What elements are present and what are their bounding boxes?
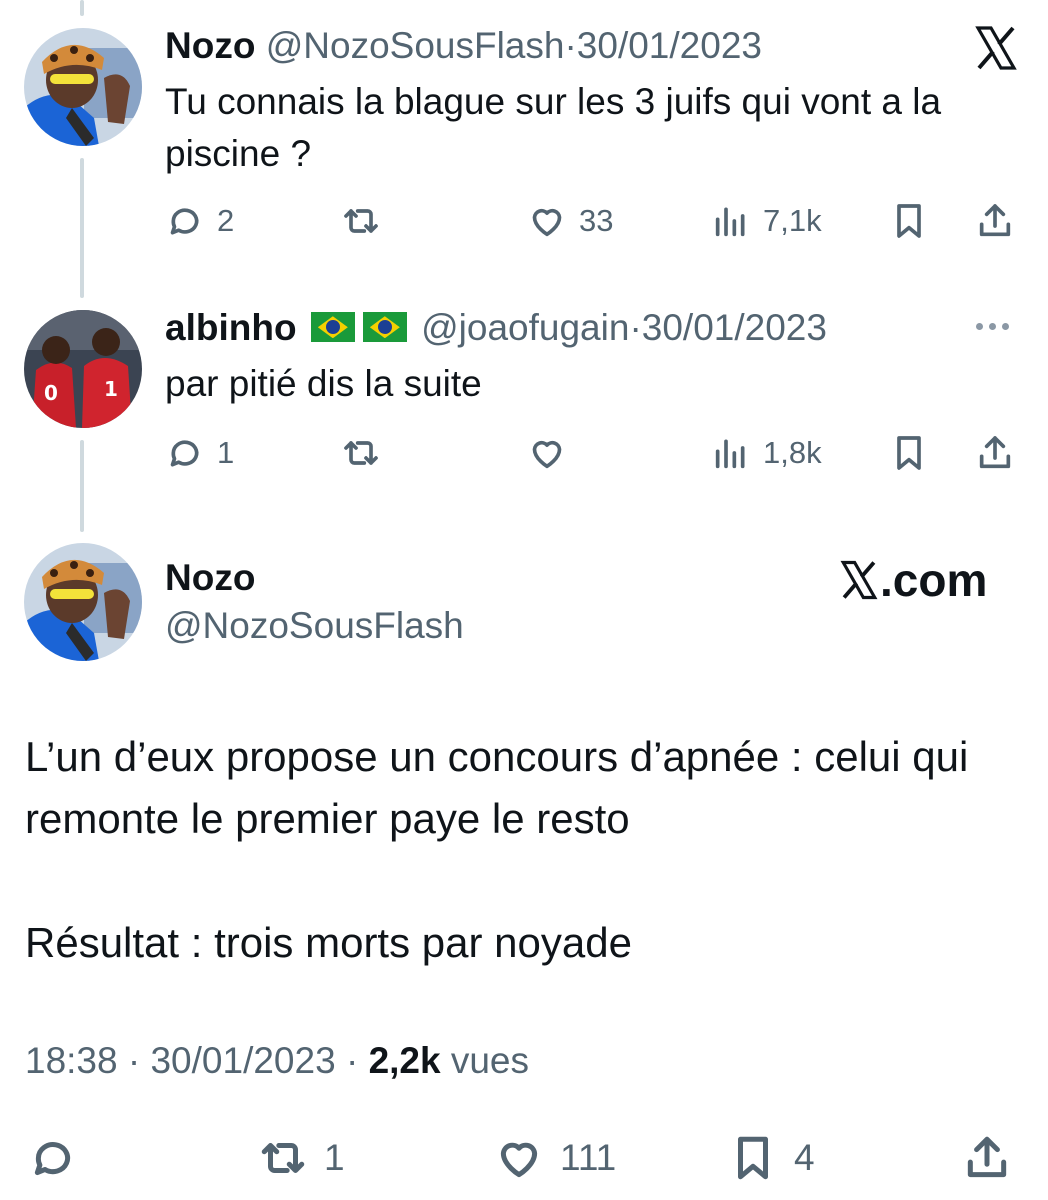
separator: · — [345, 1040, 359, 1081]
heart-icon — [532, 208, 562, 237]
more-icon — [976, 322, 1009, 330]
retweet-icon — [344, 441, 378, 465]
views-icon — [715, 207, 745, 237]
reply-button[interactable]: 2 — [165, 196, 234, 246]
brazil-flag-icon — [362, 312, 407, 343]
tweet-text: Tu connais la blague sur les 3 juifs qui… — [165, 81, 942, 174]
share-button[interactable] — [975, 196, 1015, 246]
like-count: 33 — [579, 203, 614, 238]
bookmark-icon — [897, 204, 921, 238]
like-button[interactable] — [527, 428, 579, 478]
retweet-button[interactable] — [341, 196, 393, 246]
x-logo-icon — [840, 560, 878, 600]
reply-icon — [170, 208, 199, 235]
bookmark-button[interactable] — [889, 196, 929, 246]
retweet-button[interactable] — [341, 428, 393, 478]
tweet-text: par pitié dis la suite — [165, 363, 482, 404]
like-button[interactable]: 111 — [494, 1130, 616, 1186]
retweet-icon — [261, 1143, 305, 1173]
views-count: 1,8k — [763, 435, 822, 470]
avatar[interactable] — [24, 28, 142, 146]
avatar[interactable] — [24, 543, 142, 661]
thread-line — [80, 158, 84, 298]
main-author-handle[interactable]: @NozoSousFlash — [165, 604, 464, 648]
views-icon — [715, 439, 745, 469]
bookmark-icon — [738, 1136, 768, 1180]
heart-icon — [500, 1142, 538, 1178]
tweet-time[interactable]: 18:38 — [25, 1040, 118, 1081]
author-handle[interactable]: @NozoSousFlash — [266, 25, 565, 66]
author-handle[interactable]: @joaofugain — [421, 307, 629, 348]
x-com-watermark: .com — [838, 552, 987, 608]
retweet-icon — [344, 209, 378, 233]
views-button[interactable]: 7,1k — [711, 196, 822, 246]
tweet-date[interactable]: 30/01/2023 — [642, 307, 827, 348]
tweet-actions: 2 33 7,1k — [165, 196, 1024, 246]
tweet-date[interactable]: 30/01/2023 — [577, 25, 762, 66]
share-button[interactable] — [962, 1130, 1012, 1186]
retweet-count: 1 — [324, 1137, 345, 1178]
svg-text:0: 0 — [44, 381, 58, 405]
thread-line — [80, 0, 84, 16]
svg-text:1: 1 — [104, 377, 118, 401]
heart-icon — [532, 440, 562, 469]
views-label: vues — [450, 1040, 530, 1081]
share-icon — [979, 436, 1011, 469]
bookmark-button[interactable] — [889, 428, 929, 478]
watermark-text: .com — [880, 554, 988, 606]
reply-button[interactable]: 1 — [165, 428, 234, 478]
reply-icon — [170, 440, 199, 467]
views-button[interactable]: 1,8k — [711, 428, 822, 478]
share-icon — [979, 204, 1011, 237]
separator: · — [629, 307, 642, 348]
author-name[interactable]: albinho — [165, 307, 297, 348]
share-button[interactable] — [975, 428, 1015, 478]
views-count: 7,1k — [763, 203, 822, 238]
share-icon — [967, 1136, 1007, 1178]
main-tweet-actions: 1 111 4 — [0, 1130, 1048, 1186]
separator: · — [564, 25, 577, 66]
main-tweet-text: Résultat : trois morts par noyade — [25, 919, 632, 966]
views-count: 2,2k — [368, 1040, 441, 1081]
tweet-header: albinho @joaofugain·30/01/2023 — [165, 306, 827, 350]
separator: · — [127, 1040, 141, 1081]
tweet-meta: 18:38 · 30/01/2023 · 2,2k vues — [25, 1040, 529, 1082]
reply-count: 1 — [217, 435, 235, 470]
main-tweet-text: L’un d’eux propose un concours d’apnée :… — [25, 733, 969, 842]
like-button[interactable]: 33 — [527, 196, 613, 246]
bookmark-icon — [897, 436, 921, 470]
reply-icon — [34, 1142, 71, 1176]
tweet-date[interactable]: 30/01/2023 — [150, 1040, 335, 1081]
avatar[interactable]: 0 1 — [24, 310, 142, 428]
bookmark-button[interactable]: 4 — [728, 1130, 815, 1186]
brazil-flag-icon — [310, 312, 355, 343]
reply-button[interactable] — [28, 1130, 78, 1186]
main-author-name[interactable]: Nozo — [165, 556, 255, 600]
like-count: 111 — [560, 1137, 617, 1178]
author-name[interactable]: Nozo — [165, 25, 255, 66]
tweet-header: Nozo @NozoSousFlash·30/01/2023 — [165, 24, 762, 68]
tweet-actions: 1 1,8k — [165, 428, 1024, 478]
thread-line — [80, 440, 84, 532]
bookmark-count: 4 — [794, 1137, 815, 1178]
reply-count: 2 — [217, 203, 235, 238]
more-button[interactable] — [976, 316, 1020, 336]
x-logo-icon — [975, 26, 1017, 70]
retweet-button[interactable]: 1 — [258, 1130, 345, 1186]
